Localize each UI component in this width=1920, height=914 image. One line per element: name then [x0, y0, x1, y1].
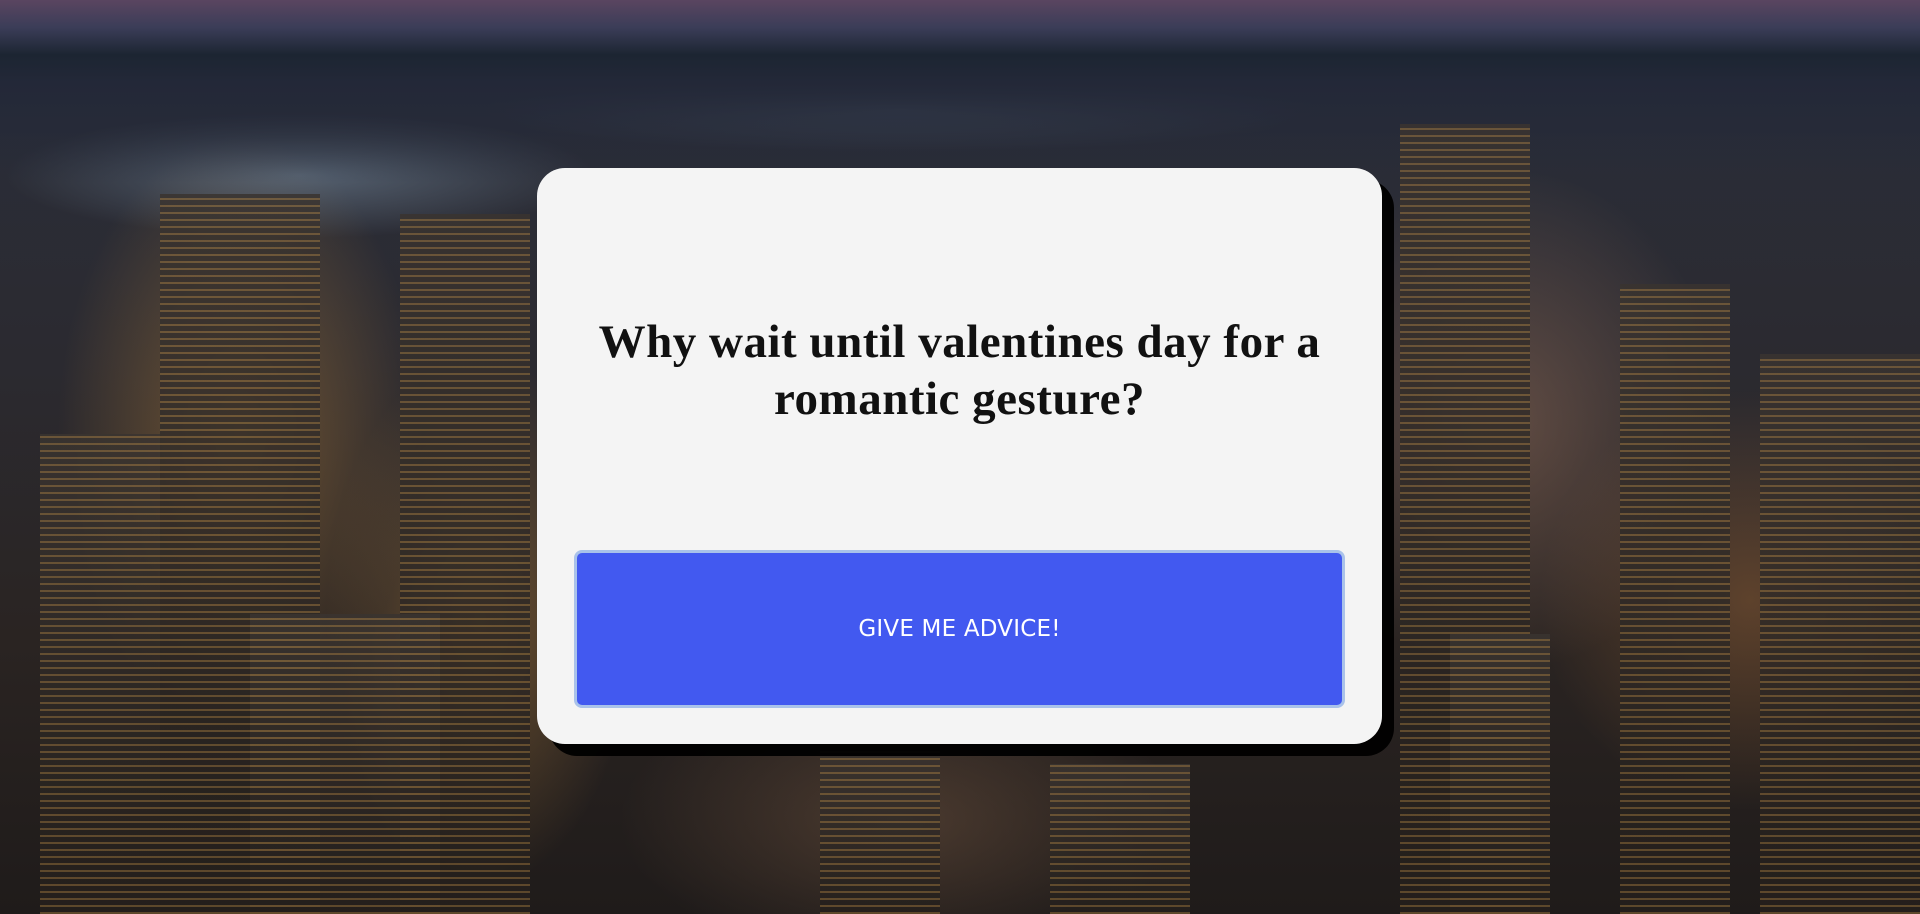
background-building [1050, 764, 1190, 914]
background-building [1760, 354, 1920, 914]
background-building [40, 434, 160, 914]
background-building [250, 614, 440, 914]
background-building [1620, 284, 1730, 914]
advice-card: Why wait until valentines day for a roma… [537, 168, 1382, 744]
give-advice-button-label: GIVE ME ADVICE! [858, 616, 1061, 642]
give-advice-button[interactable]: GIVE ME ADVICE! [574, 550, 1345, 708]
background-building [820, 744, 940, 914]
background-building [1450, 634, 1550, 914]
question-heading: Why wait until valentines day for a roma… [598, 316, 1321, 425]
